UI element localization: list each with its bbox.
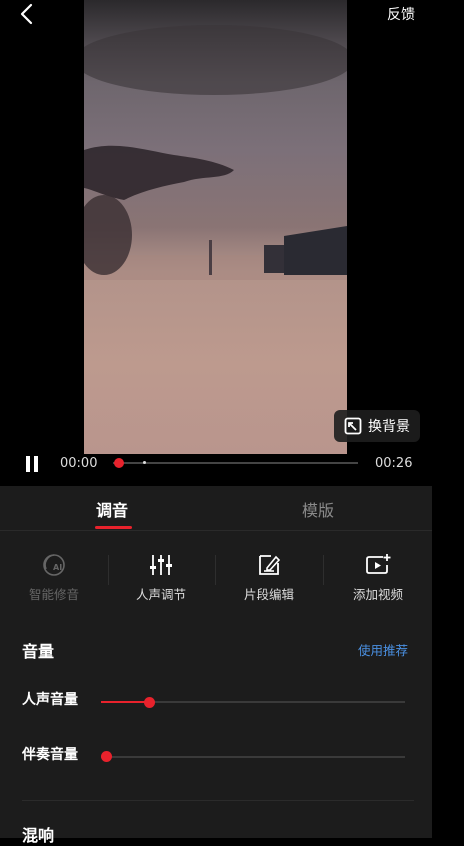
tool-clip-edit[interactable]: 片段编辑 (224, 552, 314, 603)
feedback-link[interactable]: 反馈 (387, 4, 415, 24)
tool-clip-edit-label: 片段编辑 (243, 587, 294, 602)
tab-divider (0, 530, 432, 531)
active-tab-indicator (95, 526, 132, 529)
equalizer-sliders-icon (150, 555, 172, 575)
pause-button[interactable] (23, 455, 41, 473)
ai-tune-icon: AI (43, 554, 65, 576)
tool-ai-tune-label: 智能修音 (28, 587, 79, 602)
reverb-section-title: 混响 (22, 826, 55, 845)
tab-tuning[interactable]: 调音 (96, 497, 128, 521)
tool-add-video-label: 添加视频 (352, 587, 403, 602)
pause-icon (26, 456, 38, 472)
current-time: 00:00 (60, 456, 98, 471)
vocal-volume-fill (101, 701, 150, 703)
tool-ai-tune[interactable]: AI 智能修音 (9, 552, 99, 603)
add-video-icon (366, 554, 391, 574)
tool-vocal-adjust-label: 人声调节 (135, 587, 186, 602)
duration-time: 00:26 (375, 456, 413, 471)
replace-background-button[interactable]: 换背景 (334, 410, 420, 442)
accompaniment-volume-slider[interactable] (101, 756, 405, 758)
back-chevron-icon (20, 3, 33, 25)
replace-background-label: 换背景 (368, 419, 410, 435)
tool-vocal-adjust[interactable]: 人声调节 (116, 552, 206, 603)
tool-divider (215, 555, 216, 585)
tool-add-video[interactable]: 添加视频 (333, 552, 423, 603)
tool-divider (108, 555, 109, 585)
svg-text:AI: AI (53, 563, 62, 572)
accompaniment-volume-label: 伴奏音量 (22, 747, 78, 763)
video-frame-image (84, 0, 347, 454)
seek-marker (143, 461, 146, 464)
seek-bar[interactable] (113, 462, 358, 464)
tool-divider (323, 555, 324, 585)
volume-section-title: 音量 (22, 642, 55, 661)
accompaniment-volume-knob[interactable] (101, 751, 112, 762)
edit-panel (0, 486, 432, 838)
section-divider (22, 800, 414, 801)
replace-background-icon (344, 417, 362, 435)
vocal-volume-label: 人声音量 (22, 692, 78, 708)
tab-template[interactable]: 模版 (302, 497, 334, 521)
seek-knob[interactable] (114, 458, 124, 468)
video-preview[interactable] (84, 0, 347, 454)
use-recommended-link[interactable]: 使用推荐 (358, 640, 408, 659)
back-button[interactable] (14, 2, 42, 26)
edit-clip-icon (259, 555, 281, 575)
